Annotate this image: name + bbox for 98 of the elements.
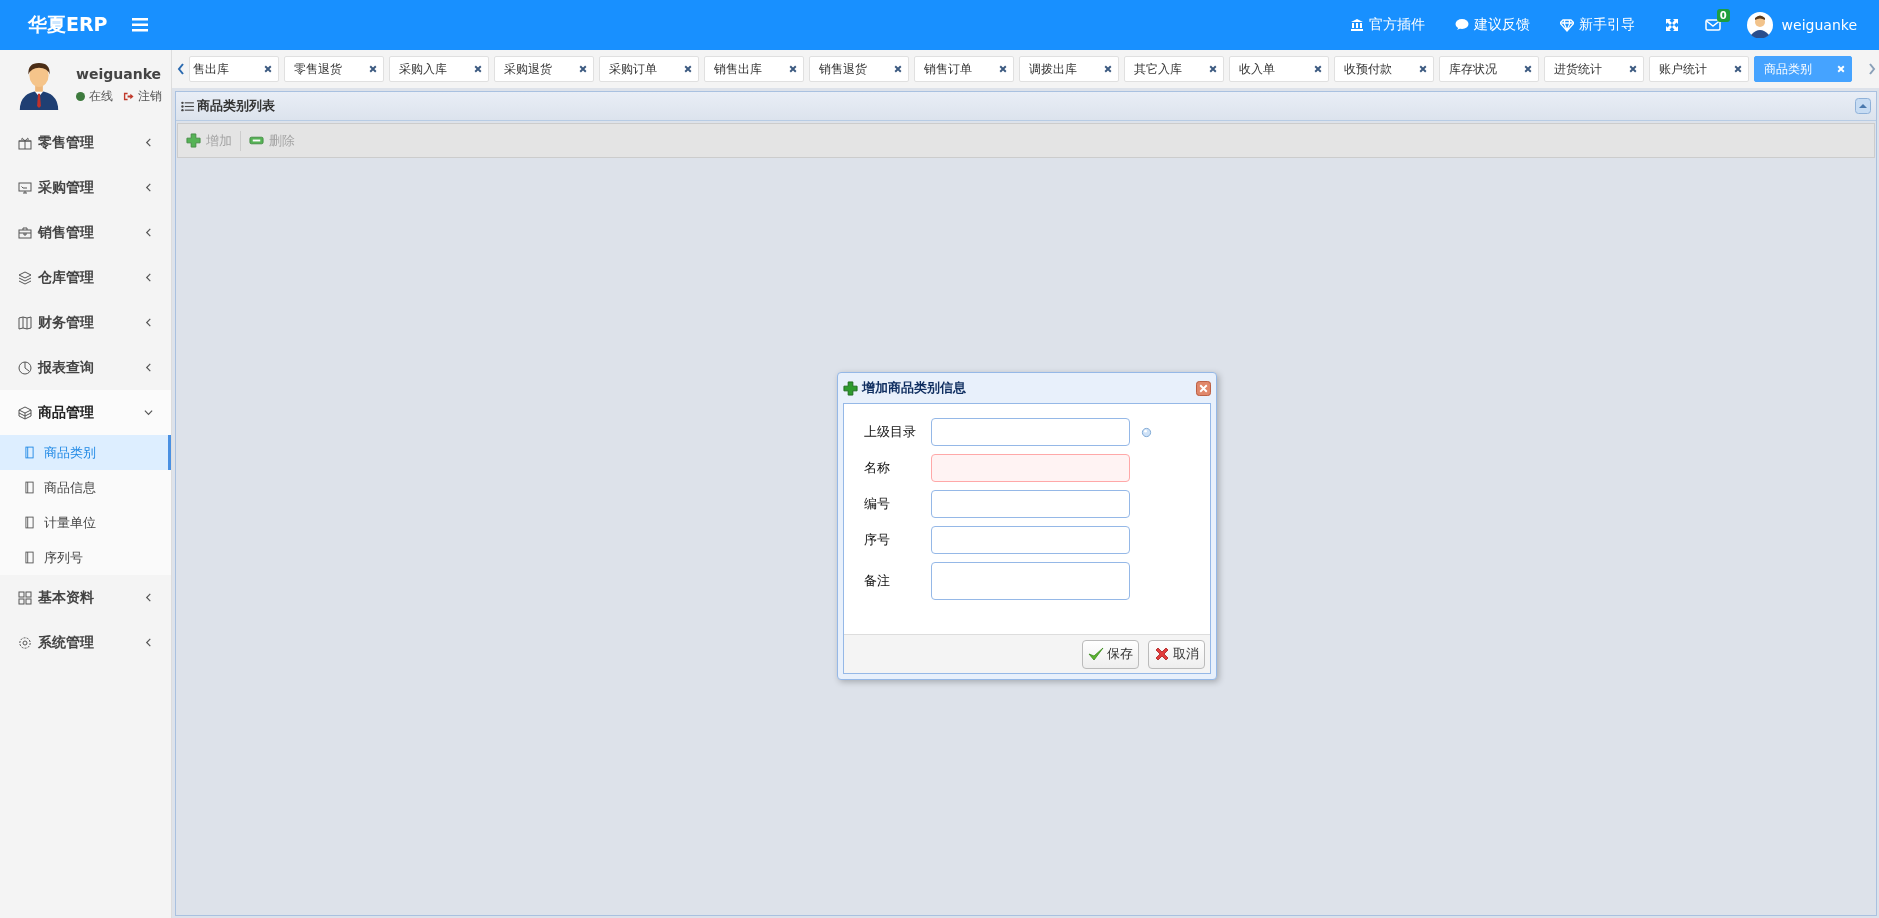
tab[interactable]: 收入单 <box>1229 56 1329 82</box>
sidebar-menu-item[interactable]: 报表查询 <box>0 345 171 390</box>
sidebar-submenu-item[interactable]: 商品信息 <box>0 470 171 505</box>
input-field[interactable] <box>931 526 1130 554</box>
speech-bubble-icon <box>1454 18 1469 32</box>
logout-icon[interactable] <box>123 90 134 102</box>
close-icon[interactable] <box>894 65 902 73</box>
sidebar-submenu-item[interactable]: 序列号 <box>0 540 171 575</box>
sidebar-menu-item[interactable]: 仓库管理 <box>0 255 171 300</box>
sidebar-menu-item[interactable]: 零售管理 <box>0 120 171 165</box>
tab[interactable]: 采购退货 <box>494 56 594 82</box>
sidebar-menu-item[interactable]: 系统管理 <box>0 620 171 665</box>
input-field[interactable] <box>931 454 1130 482</box>
collapse-icon[interactable] <box>1855 98 1871 114</box>
close-icon[interactable] <box>579 65 587 73</box>
chevron-left-icon <box>144 318 153 327</box>
tab[interactable]: 采购订单 <box>599 56 699 82</box>
list-icon <box>181 100 194 112</box>
tab[interactable]: 销售退货 <box>809 56 909 82</box>
gift-icon <box>18 135 32 150</box>
clock-icon <box>18 360 32 375</box>
input-field[interactable] <box>931 490 1130 518</box>
tab[interactable]: 售出库 <box>189 56 279 82</box>
bank-icon <box>1349 18 1364 32</box>
chevron-left-icon <box>144 363 153 372</box>
tab[interactable]: 库存状况 <box>1439 56 1539 82</box>
menu-icon[interactable] <box>131 18 148 32</box>
add-icon <box>843 380 858 396</box>
mail-count-badge: 0 <box>1716 9 1730 22</box>
sidebar-menu-item[interactable]: 商品管理 <box>0 390 171 435</box>
tab[interactable]: 进货统计 <box>1544 56 1644 82</box>
cross-icon <box>1154 646 1170 662</box>
input-field[interactable] <box>931 562 1130 600</box>
close-icon[interactable] <box>1314 65 1322 73</box>
field-label: 序号 <box>864 531 891 549</box>
close-icon[interactable] <box>1209 65 1217 73</box>
sidebar-menu-item[interactable]: 采购管理 <box>0 165 171 210</box>
sidebar-menu-item[interactable]: 销售管理 <box>0 210 171 255</box>
user-name: weiguanke <box>76 65 162 82</box>
plus-icon <box>186 133 201 148</box>
chevron-left-icon <box>144 228 153 237</box>
chevron-down-icon <box>144 408 153 417</box>
notebook-icon <box>25 516 34 529</box>
sidebar-menu-item[interactable]: 基本资料 <box>0 575 171 620</box>
close-icon[interactable] <box>999 65 1007 73</box>
notebook-icon <box>25 551 34 564</box>
close-icon[interactable] <box>1196 380 1211 396</box>
close-icon[interactable] <box>684 65 692 73</box>
tab[interactable]: 账户统计 <box>1649 56 1749 82</box>
panel-title: 商品类别列表 <box>197 97 276 115</box>
status-text: 在线 <box>89 87 113 105</box>
scroll-left-icon[interactable] <box>177 63 185 75</box>
tab[interactable]: 销售订单 <box>914 56 1014 82</box>
chevron-left-icon <box>144 638 153 647</box>
close-icon[interactable] <box>789 65 797 73</box>
notebook-icon <box>25 446 34 459</box>
diamond-icon <box>1559 18 1574 32</box>
case-icon <box>18 225 32 240</box>
mail-icon[interactable] <box>1704 18 1721 32</box>
box-icon <box>18 405 32 420</box>
grid-icon <box>18 590 32 605</box>
close-icon[interactable] <box>369 65 377 73</box>
close-icon[interactable] <box>1104 65 1112 73</box>
close-icon[interactable] <box>1419 65 1427 73</box>
tab[interactable]: 采购入库 <box>389 56 489 82</box>
tab[interactable]: 收预付款 <box>1334 56 1434 82</box>
monitor-icon <box>18 180 32 195</box>
close-icon[interactable] <box>474 65 482 73</box>
close-icon[interactable] <box>1734 65 1742 73</box>
input-field[interactable] <box>931 418 1130 446</box>
tab[interactable]: 其它入库 <box>1124 56 1224 82</box>
avatar-icon <box>1746 12 1773 38</box>
layers-icon <box>18 270 32 285</box>
chevron-left-icon <box>144 183 153 192</box>
field-label: 上级目录 <box>864 423 917 441</box>
logout-link[interactable]: 注销 <box>138 87 162 105</box>
tab[interactable]: 销售出库 <box>704 56 804 82</box>
tab[interactable]: 零售退货 <box>284 56 384 82</box>
map-icon <box>18 315 32 330</box>
field-label: 编号 <box>864 495 891 513</box>
close-icon[interactable] <box>1629 65 1637 73</box>
sidebar-menu-item[interactable]: 财务管理 <box>0 300 171 345</box>
gear-icon <box>18 635 32 650</box>
checkmark-icon <box>1088 646 1104 662</box>
dialog-button[interactable]: 取消 <box>1148 639 1205 669</box>
notebook-icon <box>25 481 34 494</box>
sidebar-submenu-item[interactable]: 计量单位 <box>0 505 171 540</box>
close-icon[interactable] <box>264 65 272 73</box>
chevron-left-icon <box>144 593 153 602</box>
chevron-left-icon <box>144 273 153 282</box>
close-icon[interactable] <box>1524 65 1532 73</box>
tab[interactable]: 调拨出库 <box>1019 56 1119 82</box>
dialog-title: 增加商品类别信息 <box>862 379 967 397</box>
dialog-button[interactable]: 保存 <box>1082 639 1139 669</box>
chevron-left-icon <box>144 138 153 147</box>
fullscreen-icon[interactable] <box>1664 18 1679 32</box>
field-label: 名称 <box>864 459 891 477</box>
field-label: 备注 <box>864 572 891 590</box>
